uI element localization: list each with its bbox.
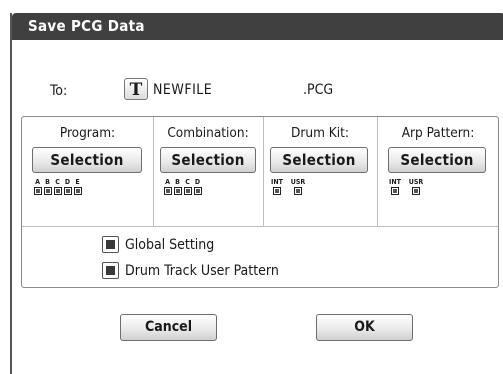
drum-kit-bank-indicators: INT USR [271,178,306,195]
bank-indicator: B [43,179,52,195]
bank-indicator: A [163,179,172,195]
bank-checkbox-icon [43,187,52,195]
bank-indicator: B [173,179,182,195]
bank-indicator: USR [408,178,424,195]
combination-bank-indicators: A B C D [163,179,202,195]
bank-indicator: D [63,179,72,195]
drum-kit-selection-button[interactable]: Selection [270,147,368,173]
bank-label: INT [271,178,283,186]
bank-checkbox-icon [412,187,420,195]
bank-checkbox-icon [173,187,182,195]
global-setting-label: Global Setting [125,236,215,253]
global-setting-checkbox[interactable] [102,236,119,253]
bank-label: D [64,178,71,186]
bank-indicator: INT [271,179,283,195]
bank-label: INT [389,178,401,186]
filename-field[interactable]: NEWFILE [153,82,212,98]
bank-label: C [55,178,60,186]
ok-button[interactable]: OK [316,314,413,341]
combination-column-title: Combination: [167,125,249,141]
bank-checkbox-icon [53,187,62,195]
bank-indicator: INT [389,179,401,195]
bank-checkbox-icon [33,187,42,195]
program-selection-button[interactable]: Selection [32,147,142,173]
text-edit-button[interactable]: T [124,78,148,100]
bank-checkbox-icon [391,187,399,195]
arp-pattern-selection-button[interactable]: Selection [388,147,486,173]
bank-label: B [45,178,50,186]
bank-label: C [185,178,190,186]
drum-track-user-pattern-label: Drum Track User Pattern [125,262,279,279]
dialog-titlebar: Save PCG Data [12,13,503,40]
program-column-title: Program: [59,125,116,141]
bank-checkbox-icon [163,187,172,195]
bank-indicator: A [33,179,42,195]
data-selection-panel: Program: Selection A B C D E Combination… [21,116,499,288]
combination-selection-button[interactable]: Selection [160,147,256,173]
bank-checkbox-icon [183,187,192,195]
section-divider [22,226,498,227]
bank-indicator: C [183,179,192,195]
arp-pattern-bank-indicators: INT USR [389,178,424,195]
bank-indicator: D [193,179,202,195]
bank-label: USR [408,178,424,186]
bank-label: E [75,178,80,186]
bank-checkbox-icon [294,187,302,195]
drum-track-user-pattern-option[interactable]: Drum Track User Pattern [102,262,279,279]
bank-label: D [194,178,201,186]
drum-track-user-pattern-checkbox[interactable] [102,262,119,279]
global-setting-option[interactable]: Global Setting [102,236,214,253]
drum-kit-column-title: Drum Kit: [291,125,349,141]
bank-label: USR [290,178,306,186]
bank-indicator: C [53,179,62,195]
bank-label: A [35,178,40,186]
to-label: To: [50,83,68,99]
bank-checkbox-icon [273,187,281,195]
arp-pattern-column-title: Arp Pattern: [401,125,475,141]
bank-label: B [175,178,180,186]
bank-checkbox-icon [193,187,202,195]
dialog-title: Save PCG Data [28,17,145,35]
cancel-button[interactable]: Cancel [120,314,217,341]
program-bank-indicators: A B C D E [33,179,82,195]
bank-checkbox-icon [73,187,82,195]
bank-checkbox-icon [63,187,72,195]
bank-indicator: E [73,179,82,195]
bank-indicator: USR [290,178,306,195]
bank-label: A [165,178,170,186]
save-pcg-dialog: Save PCG Data To: T NEWFILE .PCG Program… [10,13,503,374]
file-extension: .PCG [303,82,334,98]
